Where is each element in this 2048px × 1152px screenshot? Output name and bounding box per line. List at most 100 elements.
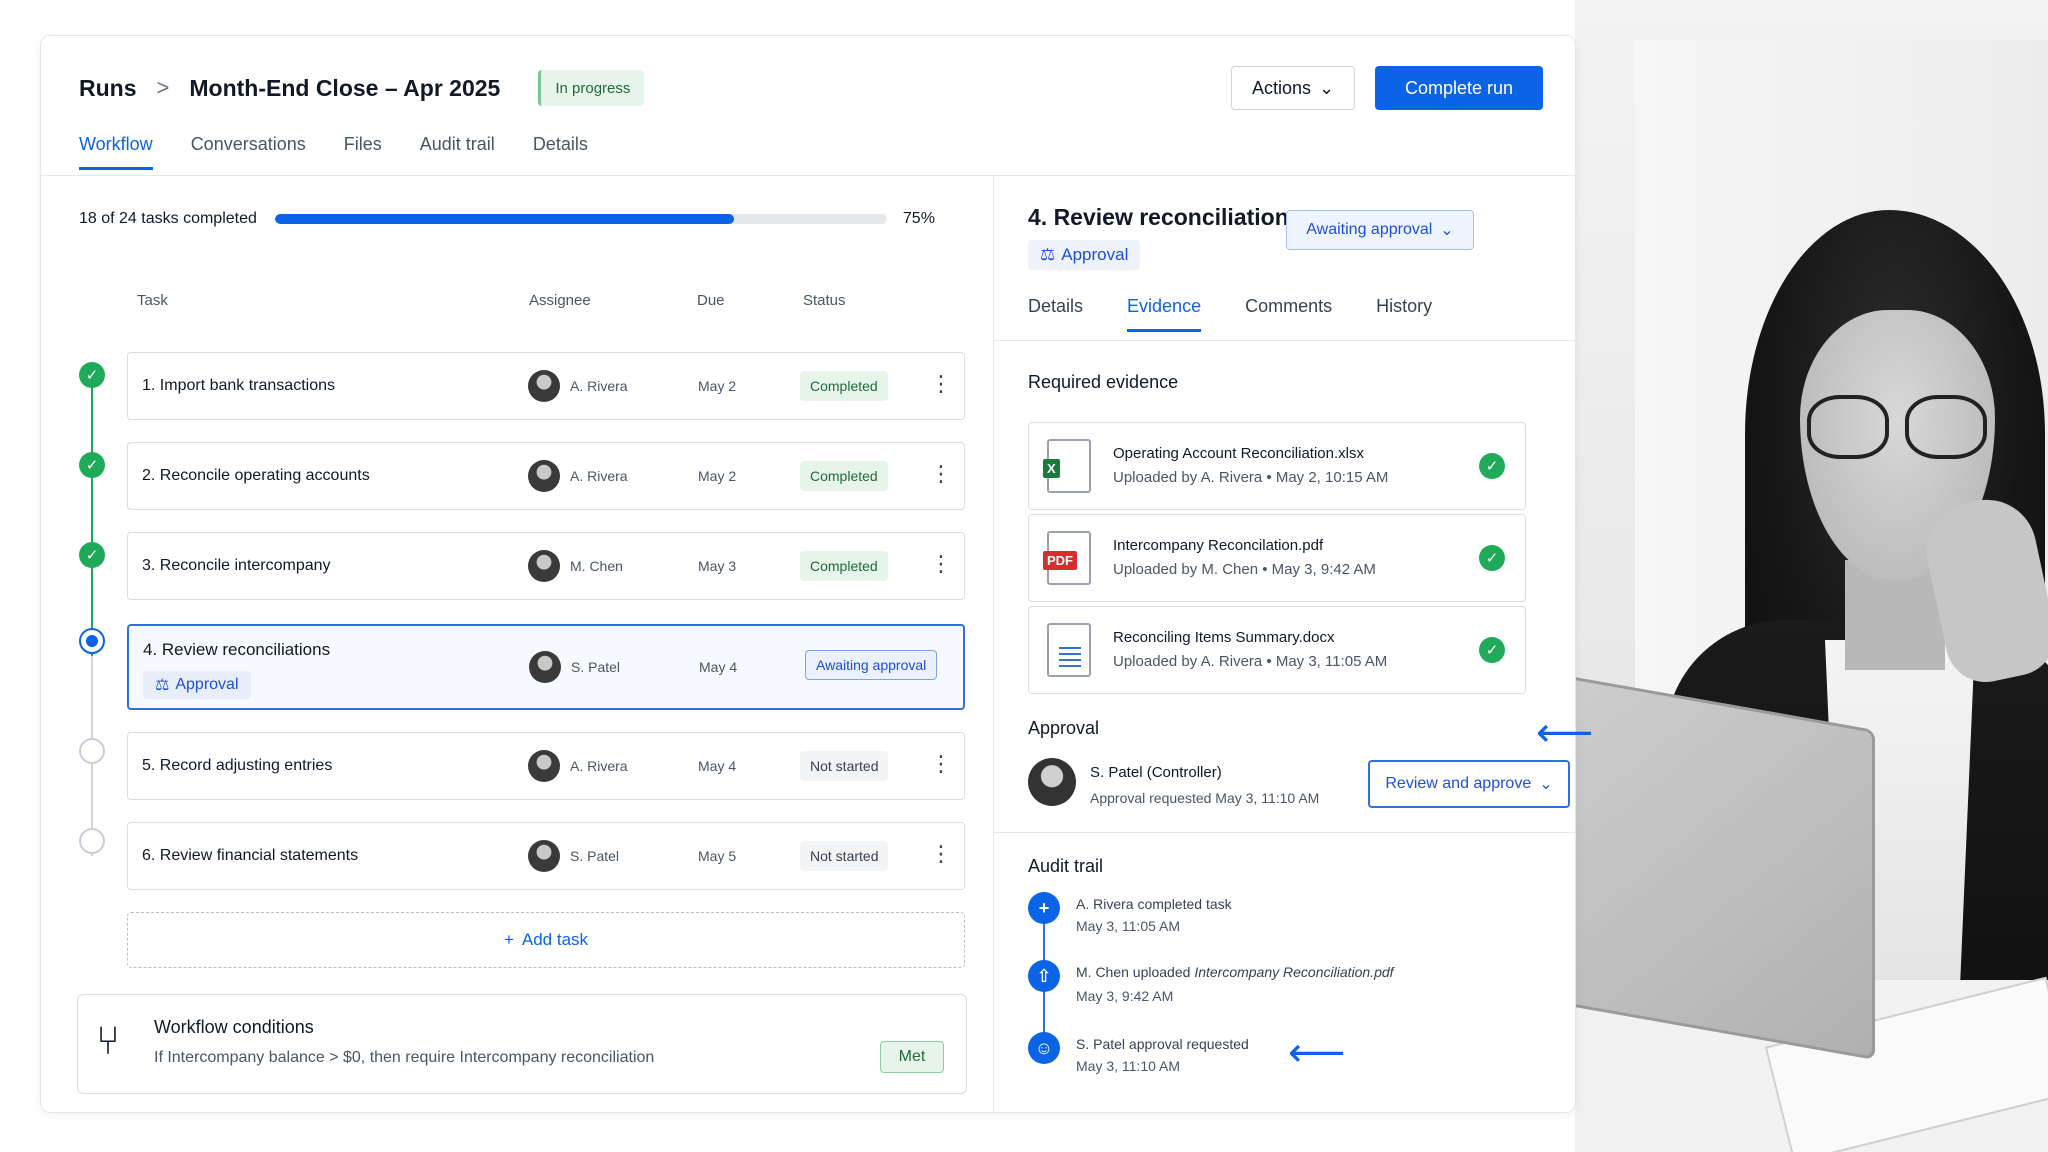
main-tabs: Workflow Conversations Files Audit trail… — [79, 134, 588, 170]
check-icon: ✓ — [79, 362, 105, 388]
status-badge: Completed — [800, 461, 888, 491]
scale-icon: ⚖ — [155, 677, 170, 694]
avatar — [1028, 758, 1076, 806]
add-task-button[interactable]: + Add task — [127, 912, 965, 968]
more-options-icon[interactable]: ⋮ — [930, 373, 952, 395]
woman-at-laptop-photo — [1575, 0, 2048, 1152]
tab-history[interactable]: History — [1376, 296, 1432, 332]
chevron-down-icon: ⌄ — [1440, 222, 1454, 239]
tab-evidence[interactable]: Evidence — [1127, 296, 1202, 332]
task-row[interactable]: 5. Record adjusting entries A. Rivera Ma… — [127, 732, 965, 800]
task-row-selected[interactable]: 4. Review reconciliations ⚖ Approval S. … — [127, 624, 965, 710]
tab-audit-trail[interactable]: Audit trail — [420, 134, 495, 170]
tab-conversations[interactable]: Conversations — [191, 134, 306, 170]
review-and-approve-label: Review and approve — [1385, 775, 1532, 792]
avatar — [529, 651, 561, 683]
tab-workflow[interactable]: Workflow — [79, 134, 153, 170]
avatar — [528, 550, 560, 582]
review-and-approve-button[interactable]: Review and approve ⌄ — [1368, 760, 1570, 808]
approval-chip: ⚖ Approval — [143, 671, 251, 699]
approval-heading: Approval — [1028, 718, 1100, 738]
task-assignee: A. Rivera — [570, 758, 628, 774]
evidence-heading: Required evidence — [1028, 372, 1179, 392]
actions-button[interactable]: Actions ⌄ — [1231, 66, 1355, 110]
task-assignee: S. Patel — [570, 848, 620, 864]
check-icon: ✓ — [79, 452, 105, 478]
task-due: May 5 — [698, 848, 737, 864]
plus-icon: + — [503, 930, 514, 949]
arrow-icon: ⟵ — [1536, 711, 1594, 755]
audit-entry-text: M. Chen uploaded Intercompany Reconcilia… — [1076, 964, 1394, 980]
check-icon: ✓ — [1479, 637, 1505, 663]
check-icon: ✓ — [1479, 453, 1505, 479]
run-card: Runs > Month-End Close – Apr 2025 In pro… — [40, 35, 1576, 1113]
task-name: 5. Record adjusting entries — [142, 757, 333, 774]
conditions-title: Workflow conditions — [154, 1017, 314, 1037]
timeline-line-done — [91, 376, 93, 666]
task-name: 1. Import bank transactions — [142, 377, 335, 394]
approval-meta: Approval requested May 3, 11:10 AM — [1090, 790, 1320, 806]
tab-details[interactable]: Details — [1028, 296, 1083, 332]
tab-details[interactable]: Details — [533, 134, 588, 170]
task-due: May 2 — [698, 468, 737, 484]
more-options-icon[interactable]: ⋮ — [930, 553, 952, 575]
status-badge: Awaiting approval — [805, 650, 938, 680]
task-assignee: A. Rivera — [570, 468, 628, 484]
more-options-icon[interactable]: ⋮ — [930, 753, 952, 775]
breadcrumb-runs-link[interactable]: Runs — [79, 75, 137, 102]
task-row[interactable]: 2. Reconcile operating accounts A. River… — [127, 442, 965, 510]
excel-file-icon: X — [1043, 439, 1091, 493]
evidence-item[interactable]: Reconciling Items Summary.docx Uploaded … — [1028, 606, 1526, 694]
task-name: 3. Reconcile intercompany — [142, 557, 331, 574]
actions-label: Actions — [1251, 77, 1311, 98]
chevron-down-icon: ⌄ — [1539, 776, 1553, 793]
user-icon: ☺ — [1028, 1032, 1060, 1064]
approval-chip-label: Approval — [175, 676, 239, 693]
add-task-label: Add task — [521, 930, 589, 949]
plus-icon: + — [1028, 892, 1060, 924]
more-options-icon[interactable]: ⋮ — [930, 463, 952, 485]
workflow-panel: 18 of 24 tasks completed 75% Task Assign… — [41, 176, 993, 1112]
avatar — [528, 370, 560, 402]
column-header-status: Status — [803, 292, 846, 309]
audit-entry-text: A. Rivera completed task — [1076, 896, 1232, 912]
task-detail-panel: 4. Review reconciliations ⚖ Approval Awa… — [993, 176, 1575, 1112]
audit-heading: Audit trail — [1028, 856, 1104, 876]
branch-icon: ⑂ — [96, 1019, 120, 1063]
task-row[interactable]: 3. Reconcile intercompany M. Chen May 3 … — [127, 532, 965, 600]
progress-bar — [274, 214, 887, 224]
status-badge: In progress — [538, 70, 645, 106]
column-header-task: Task — [137, 292, 168, 309]
scale-icon: ⚖ — [1040, 245, 1056, 264]
task-row[interactable]: 6. Review financial statements S. Patel … — [127, 822, 965, 890]
conditions-met-badge: Met — [880, 1041, 944, 1073]
tab-comments[interactable]: Comments — [1245, 296, 1332, 332]
pending-step-icon — [79, 828, 105, 854]
arrow-icon: ⟵ — [1288, 1031, 1346, 1075]
current-step-icon — [79, 628, 105, 654]
task-row[interactable]: 1. Import bank transactions A. Rivera Ma… — [127, 352, 965, 420]
tab-files[interactable]: Files — [344, 134, 382, 170]
status-badge: Not started — [800, 841, 889, 871]
task-due: May 3 — [698, 558, 737, 574]
task-assignee: A. Rivera — [570, 378, 628, 394]
approver-name: S. Patel (Controller) — [1090, 764, 1222, 781]
status-badge: Completed — [800, 371, 888, 401]
pending-step-icon — [79, 738, 105, 764]
task-name: 4. Review reconciliations — [143, 640, 331, 659]
progress-percent: 75% — [902, 210, 935, 227]
more-options-icon[interactable]: ⋮ — [930, 843, 952, 865]
evidence-item[interactable]: PDF Intercompany Reconcilation.pdf Uploa… — [1028, 514, 1526, 602]
workflow-conditions: ⑂ Workflow conditions If Intercompany ba… — [77, 994, 967, 1094]
complete-run-button[interactable]: Complete run — [1375, 66, 1543, 110]
audit-entry-text: S. Patel approval requested — [1076, 1036, 1249, 1052]
evidence-file-name: Intercompany Reconcilation.pdf — [1113, 537, 1324, 554]
approval-chip: ⚖ Approval — [1028, 240, 1141, 270]
progress-bar-fill — [274, 214, 734, 224]
detail-status-dropdown[interactable]: Awaiting approval ⌄ — [1286, 210, 1474, 250]
evidence-file-name: Reconciling Items Summary.docx — [1113, 629, 1335, 646]
avatar — [528, 840, 560, 872]
evidence-item[interactable]: X Operating Account Reconciliation.xlsx … — [1028, 422, 1526, 510]
task-assignee: M. Chen — [570, 558, 623, 574]
evidence-file-meta: Uploaded by M. Chen • May 3, 9:42 AM — [1113, 561, 1376, 578]
